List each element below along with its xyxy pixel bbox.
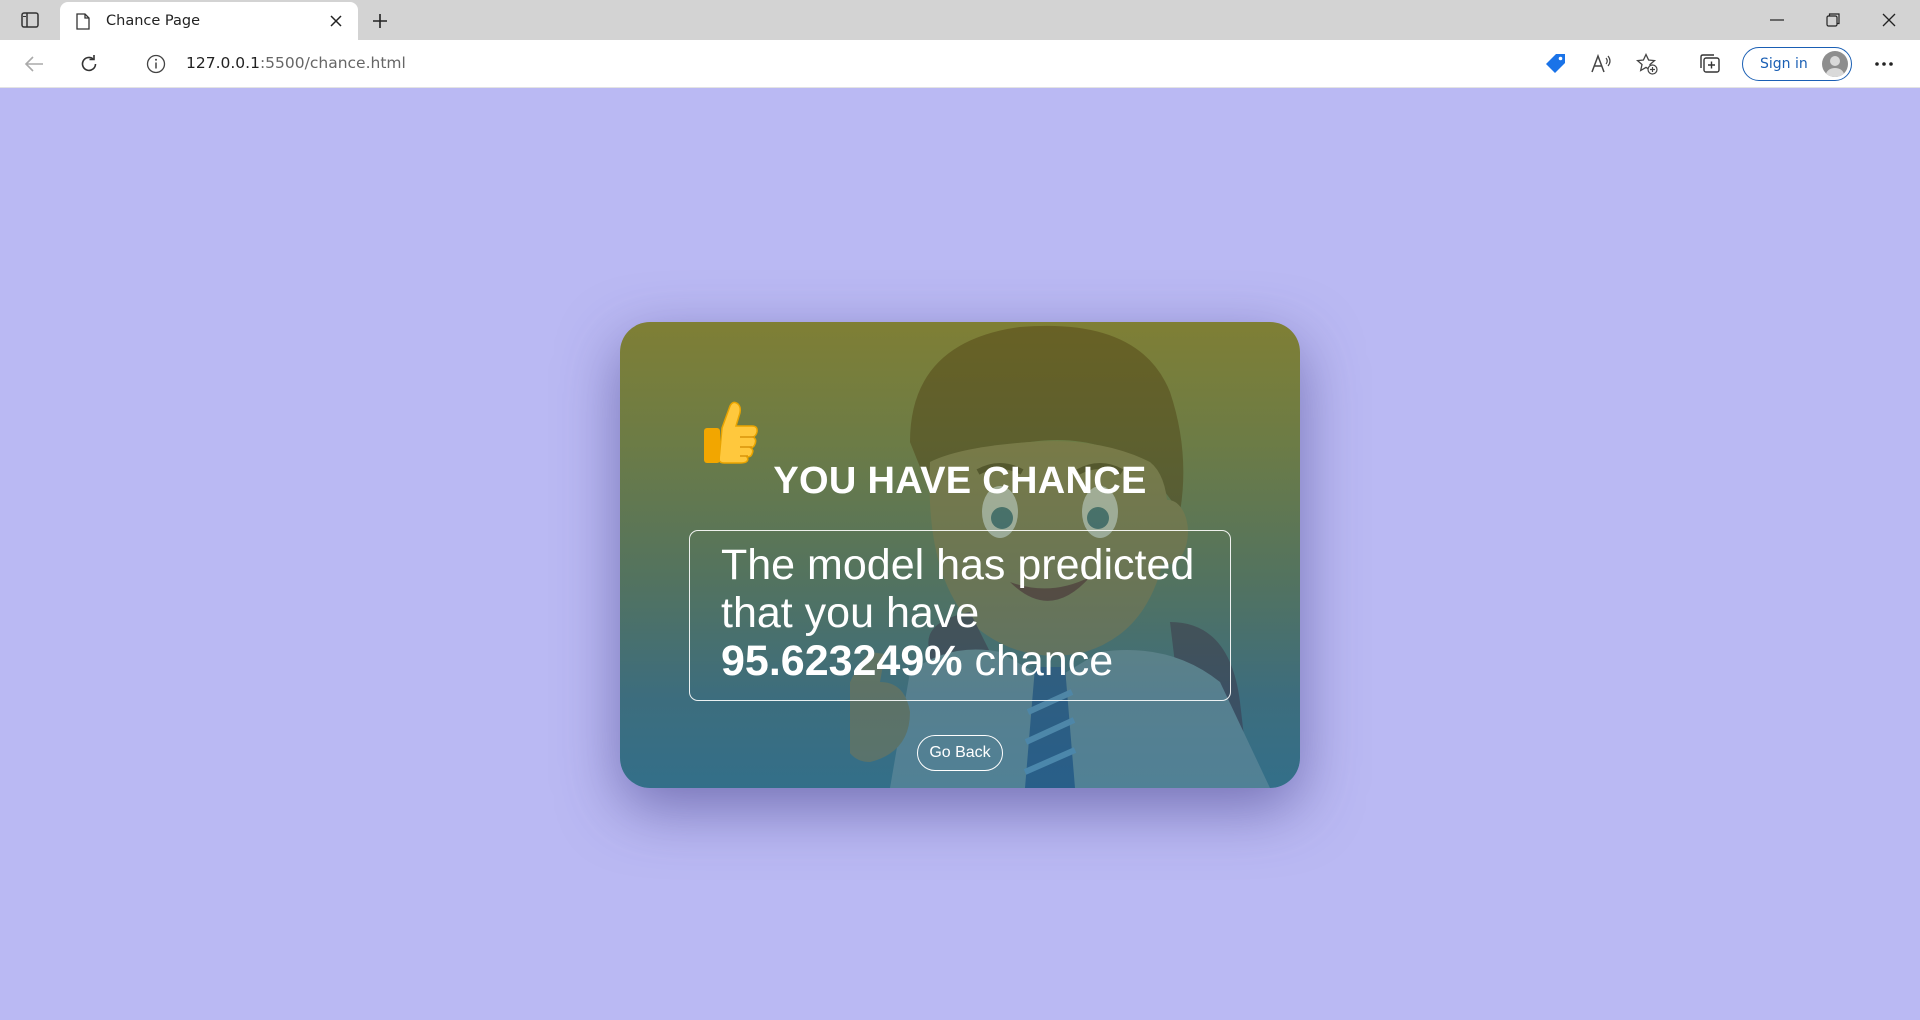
go-back-button[interactable]: Go Back: [917, 735, 1003, 771]
chance-word: chance: [974, 637, 1114, 685]
page-icon: [74, 12, 92, 30]
plus-icon[interactable]: [366, 7, 394, 35]
read-aloud-icon[interactable]: [1590, 53, 1612, 75]
restore-icon[interactable]: [1810, 4, 1856, 36]
close-icon[interactable]: [322, 7, 350, 35]
tab-strip: Chance Page: [0, 0, 1920, 40]
close-window-icon[interactable]: [1866, 4, 1912, 36]
url-host: 127.0.0.1: [186, 54, 260, 72]
sign-in-label: Sign in: [1760, 56, 1808, 72]
address-bar[interactable]: 127.0.0.1:5500/chance.html: [124, 45, 1574, 83]
url-path: :5500/chance.html: [259, 54, 406, 72]
chance-value: 95.623249%: [721, 637, 963, 685]
tag-icon[interactable]: [1545, 53, 1567, 75]
message-line-1: The model has predicted: [721, 541, 1195, 589]
collections-icon[interactable]: [1694, 48, 1726, 80]
favorite-icon[interactable]: [1636, 53, 1658, 75]
thumbs-up-icon: [704, 401, 758, 464]
back-icon[interactable]: [18, 48, 50, 80]
browser-toolbar: 127.0.0.1:5500/chance.html Sign in: [0, 40, 1920, 88]
info-icon[interactable]: [146, 54, 166, 74]
tab-title: Chance Page: [106, 13, 200, 29]
refresh-icon[interactable]: [73, 48, 105, 80]
sidebar-icon[interactable]: [18, 8, 42, 32]
message-line-3: 95.623249% chance: [721, 637, 1210, 685]
minimize-icon[interactable]: [1754, 4, 1800, 36]
url-text: 127.0.0.1:5500/chance.html: [186, 54, 406, 72]
result-heading: YOU HAVE CHANCE: [773, 460, 1147, 502]
message-line-2: that you have: [721, 589, 980, 637]
avatar-icon: [1822, 51, 1848, 77]
result-card: YOU HAVE CHANCE The model has predicted …: [620, 322, 1300, 788]
prediction-message: The model has predicted that you have 95…: [689, 530, 1231, 701]
browser-tab[interactable]: Chance Page: [60, 2, 358, 40]
more-icon[interactable]: [1868, 48, 1900, 80]
sign-in-button[interactable]: Sign in: [1742, 47, 1852, 81]
